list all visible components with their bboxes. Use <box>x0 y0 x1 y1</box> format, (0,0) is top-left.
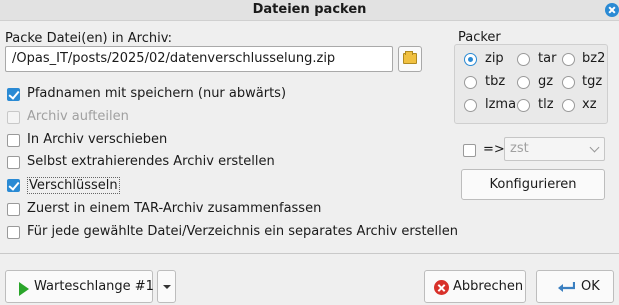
ok-icon <box>558 282 575 292</box>
packer-radio-lzma[interactable] <box>464 99 477 112</box>
tar-first-label: Zuerst in einem TAR-Archiv zusammenfasse… <box>27 201 322 216</box>
packer-radio-tlz[interactable] <box>517 99 530 112</box>
encrypt-label: Verschlüsseln <box>27 177 120 194</box>
packer-radio-tar[interactable] <box>517 53 530 66</box>
separator <box>0 253 619 254</box>
separate-archives-checkbox[interactable] <box>7 226 20 239</box>
packer-label-xz: xz <box>582 97 597 112</box>
play-icon <box>19 282 29 296</box>
store-paths-checkbox[interactable] <box>7 88 20 101</box>
packer-label-lzma: lzma <box>485 97 517 112</box>
self-extracting-checkbox[interactable] <box>7 156 20 169</box>
archive-label: Packe Datei(en) in Archiv: <box>5 31 173 46</box>
packer-label-zip: zip <box>485 51 504 66</box>
convert-arrow-label: => <box>483 142 505 157</box>
browse-button[interactable] <box>398 46 422 72</box>
ok-button[interactable]: OK <box>536 270 614 303</box>
archive-path-field[interactable]: /Opas_IT/posts/2025/02/datenverschlussel… <box>5 46 393 72</box>
cancel-label: Abbrechen <box>453 279 524 294</box>
packer-label: Packer <box>458 30 501 45</box>
store-paths-label: Pfadnamen mit speichern (nur abwärts) <box>27 86 287 101</box>
self-extracting-label: Selbst extrahierendes Archiv erstellen <box>27 154 275 169</box>
chevron-down-icon <box>163 285 171 289</box>
convert-format-value: zst <box>510 141 529 156</box>
packer-label-tgz: tgz <box>582 74 603 89</box>
title-bar: Dateien packen <box>0 0 619 21</box>
close-icon[interactable] <box>605 3 619 17</box>
split-archive-label: Archiv aufteilen <box>27 109 129 124</box>
window-title: Dateien packen <box>252 2 367 17</box>
encrypt-checkbox[interactable] <box>7 179 20 192</box>
convert-format-select[interactable]: zst <box>504 137 605 161</box>
chevron-down-icon <box>589 142 600 153</box>
queue-button[interactable]: Warteschlange #1 <box>5 270 154 303</box>
move-to-archive-checkbox[interactable] <box>7 134 20 147</box>
move-to-archive-label: In Archiv verschieben <box>27 132 168 147</box>
convert-checkbox[interactable] <box>463 144 476 157</box>
folder-icon <box>403 51 417 64</box>
separate-archives-label: Für jede gewählte Datei/Verzeichnis ein … <box>27 224 458 239</box>
tar-first-checkbox[interactable] <box>7 203 20 216</box>
queue-dropdown-button[interactable] <box>157 270 176 303</box>
cancel-icon <box>434 280 449 295</box>
packer-label-gz: gz <box>538 74 554 89</box>
packer-radio-gz[interactable] <box>517 76 530 89</box>
packer-radio-tbz[interactable] <box>464 76 477 89</box>
cancel-button[interactable]: Abbrechen <box>424 270 526 303</box>
packer-label-tbz: tbz <box>485 74 506 89</box>
split-archive-checkbox <box>7 111 20 124</box>
configure-button[interactable]: Konfigurieren <box>461 169 605 200</box>
queue-label: Warteschlange #1 <box>34 279 154 294</box>
configure-label: Konfigurieren <box>489 177 577 192</box>
packer-radio-bz2[interactable] <box>562 53 575 66</box>
packer-label-bz2: bz2 <box>582 51 606 66</box>
ok-label: OK <box>581 279 600 294</box>
packer-label-tar: tar <box>538 51 557 66</box>
packer-radio-tgz[interactable] <box>562 76 575 89</box>
packer-radio-xz[interactable] <box>562 99 575 112</box>
packer-radio-zip[interactable] <box>464 53 477 66</box>
packer-label-tlz: tlz <box>538 97 554 112</box>
